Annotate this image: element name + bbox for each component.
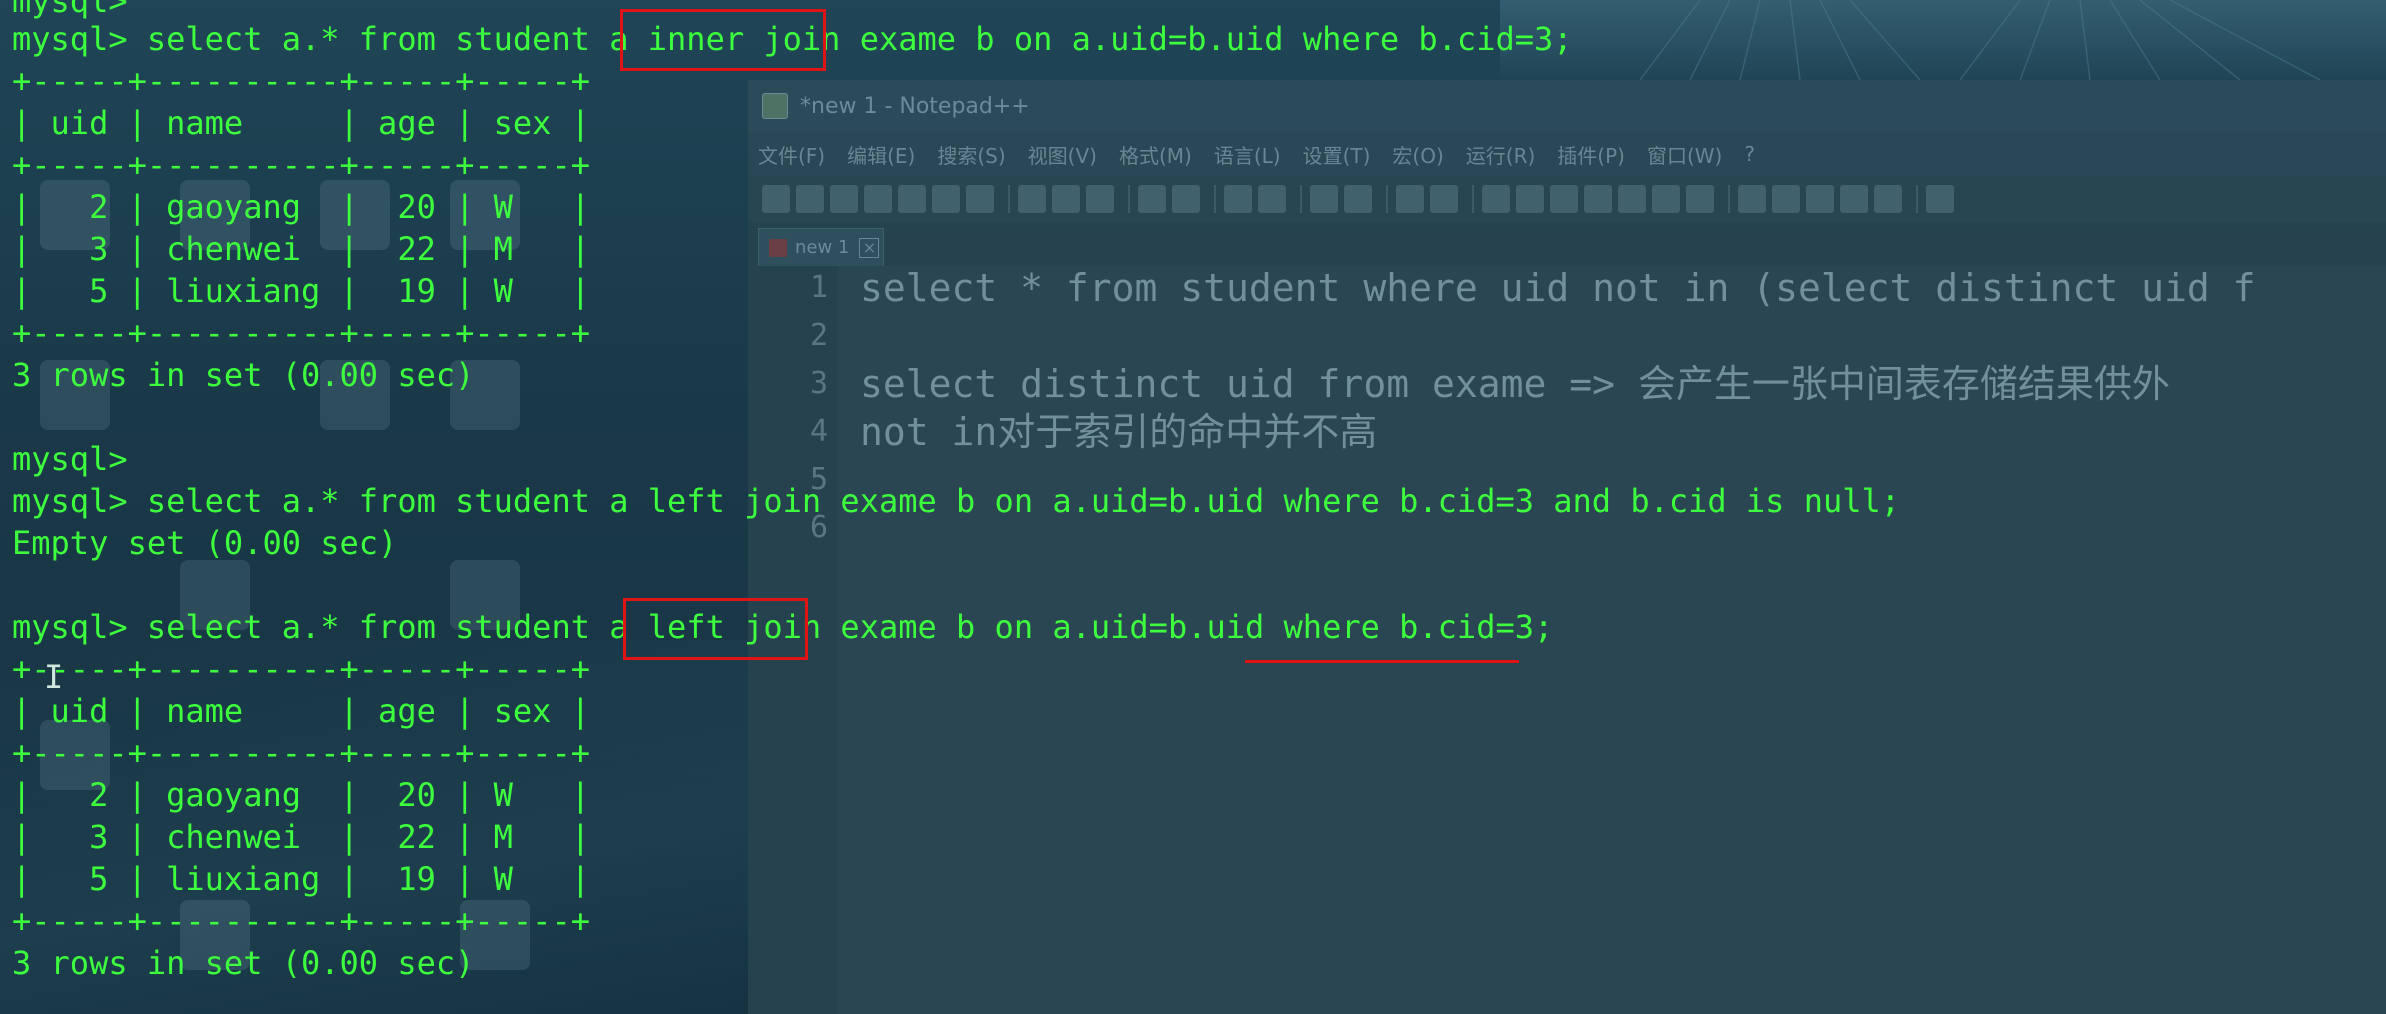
terminal-line: Empty set (0.00 sec) xyxy=(12,524,398,562)
terminal-line: | 3 | chenwei | 22 | M | xyxy=(12,230,590,268)
terminal-line: +-----+----------+-----+-----+ xyxy=(12,902,590,940)
terminal-line: +-----+----------+-----+-----+ xyxy=(12,650,590,688)
terminal-line: mysql> select a.* from student a inner j… xyxy=(12,20,1573,58)
highlight-underline-where xyxy=(1245,660,1519,663)
mysql-terminal[interactable]: mysql> mysql> select a.* from student a … xyxy=(0,0,2386,1014)
terminal-line: mysql> select a.* from student a left jo… xyxy=(12,482,1901,520)
terminal-line: | 3 | chenwei | 22 | M | xyxy=(12,818,590,856)
terminal-line: | uid | name | age | sex | xyxy=(12,104,590,142)
terminal-line: +-----+----------+-----+-----+ xyxy=(12,146,590,184)
terminal-line: | 2 | gaoyang | 20 | W | xyxy=(12,188,590,226)
text-cursor-icon: I xyxy=(44,658,64,696)
terminal-line: | 5 | liuxiang | 19 | W | xyxy=(12,272,590,310)
terminal-line: 3 rows in set (0.00 sec) xyxy=(12,356,475,394)
terminal-line: mysql> select a.* from student a left jo… xyxy=(12,608,1554,646)
terminal-line: mysql> xyxy=(12,440,128,478)
terminal-line: | 5 | liuxiang | 19 | W | xyxy=(12,860,590,898)
terminal-line: | uid | name | age | sex | xyxy=(12,692,590,730)
terminal-line: 3 rows in set (0.00 sec) xyxy=(12,944,475,982)
terminal-line: +-----+----------+-----+-----+ xyxy=(12,62,590,100)
terminal-line: +-----+----------+-----+-----+ xyxy=(12,314,590,352)
terminal-line: +-----+----------+-----+-----+ xyxy=(12,734,590,772)
terminal-line: | 2 | gaoyang | 20 | W | xyxy=(12,776,590,814)
